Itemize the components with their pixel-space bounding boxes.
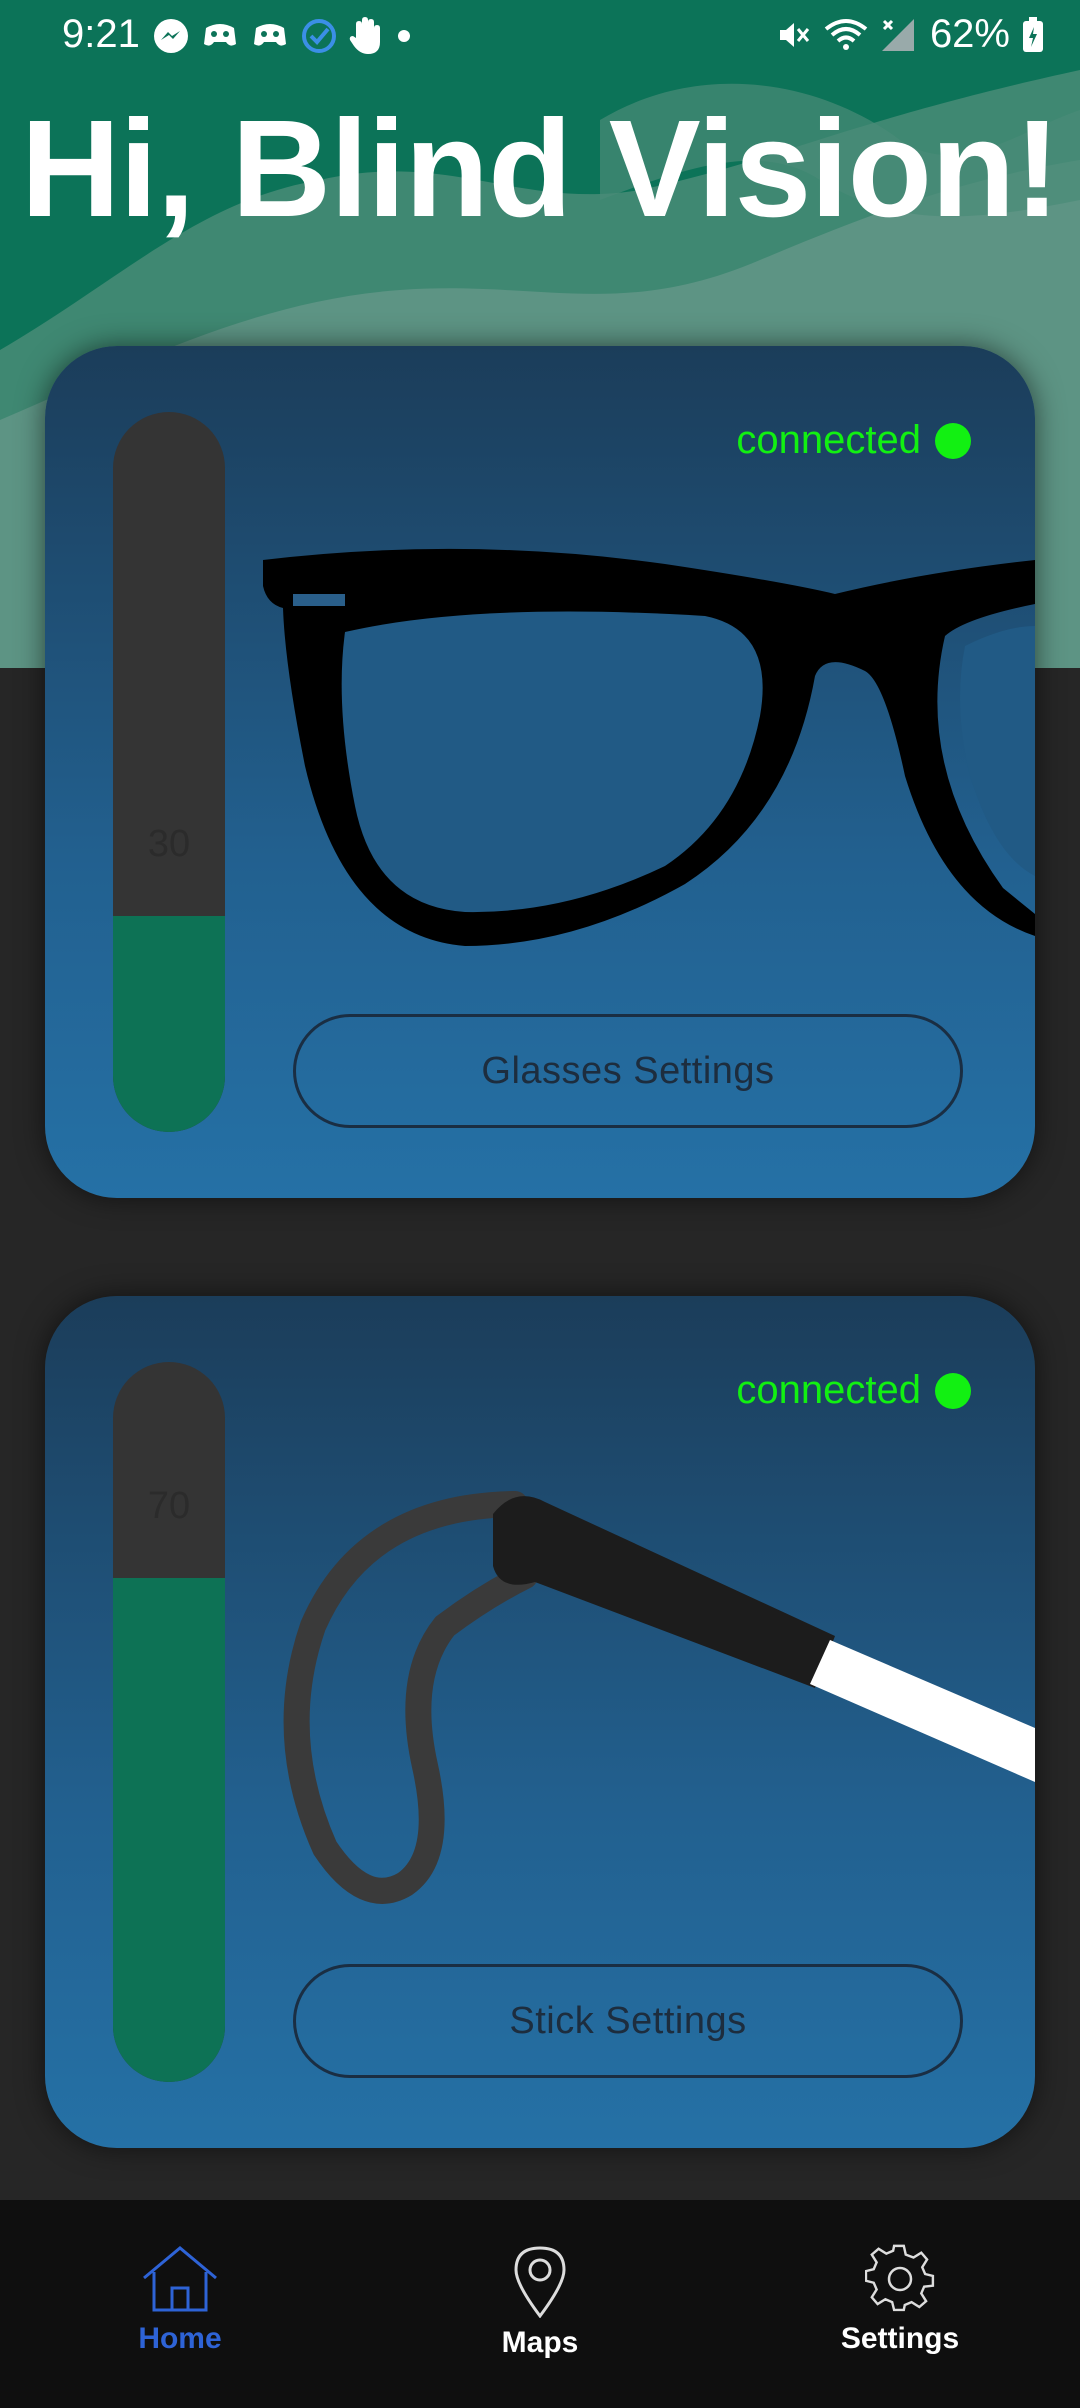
game-icon [204, 24, 236, 46]
mute-icon [779, 22, 810, 47]
check-icon [302, 19, 336, 53]
hand-icon [349, 17, 380, 54]
glasses-settings-button[interactable]: Glasses Settings [293, 1014, 963, 1128]
page-title: Hi, Blind Vision! [20, 92, 1060, 246]
game-icon [254, 24, 286, 46]
no-signal-icon [881, 18, 914, 51]
system-icons: 62% [776, 12, 1044, 57]
glasses-card: 30 connected Glasses Settings [45, 346, 1035, 1198]
status-time: 9:21 [62, 12, 140, 56]
nav-settings-label: Settings [840, 2322, 960, 2355]
stick-settings-button[interactable]: Stick Settings [293, 1964, 963, 2078]
wifi-icon [824, 18, 868, 50]
dot-icon [398, 30, 410, 42]
home-icon [143, 2246, 217, 2312]
stick-card: 70 connected Stick Settings [45, 1296, 1035, 2148]
bottom-navigation: Home Maps Settings [0, 2200, 1080, 2408]
nav-maps-label: Maps [501, 2326, 579, 2359]
status-bar: 9:21 62% [0, 0, 1080, 72]
messenger-icon [154, 19, 188, 53]
nav-home[interactable]: Home [50, 2244, 310, 2356]
map-pin-icon [514, 2246, 566, 2318]
nav-maps[interactable]: Maps [410, 2244, 670, 2360]
battery-percent: 62% [929, 12, 1010, 56]
gear-icon [865, 2244, 935, 2312]
nav-home-label: Home [138, 2322, 222, 2355]
nav-settings[interactable]: Settings [770, 2244, 1030, 2356]
battery-icon [1023, 16, 1043, 52]
notification-icons [152, 14, 414, 58]
